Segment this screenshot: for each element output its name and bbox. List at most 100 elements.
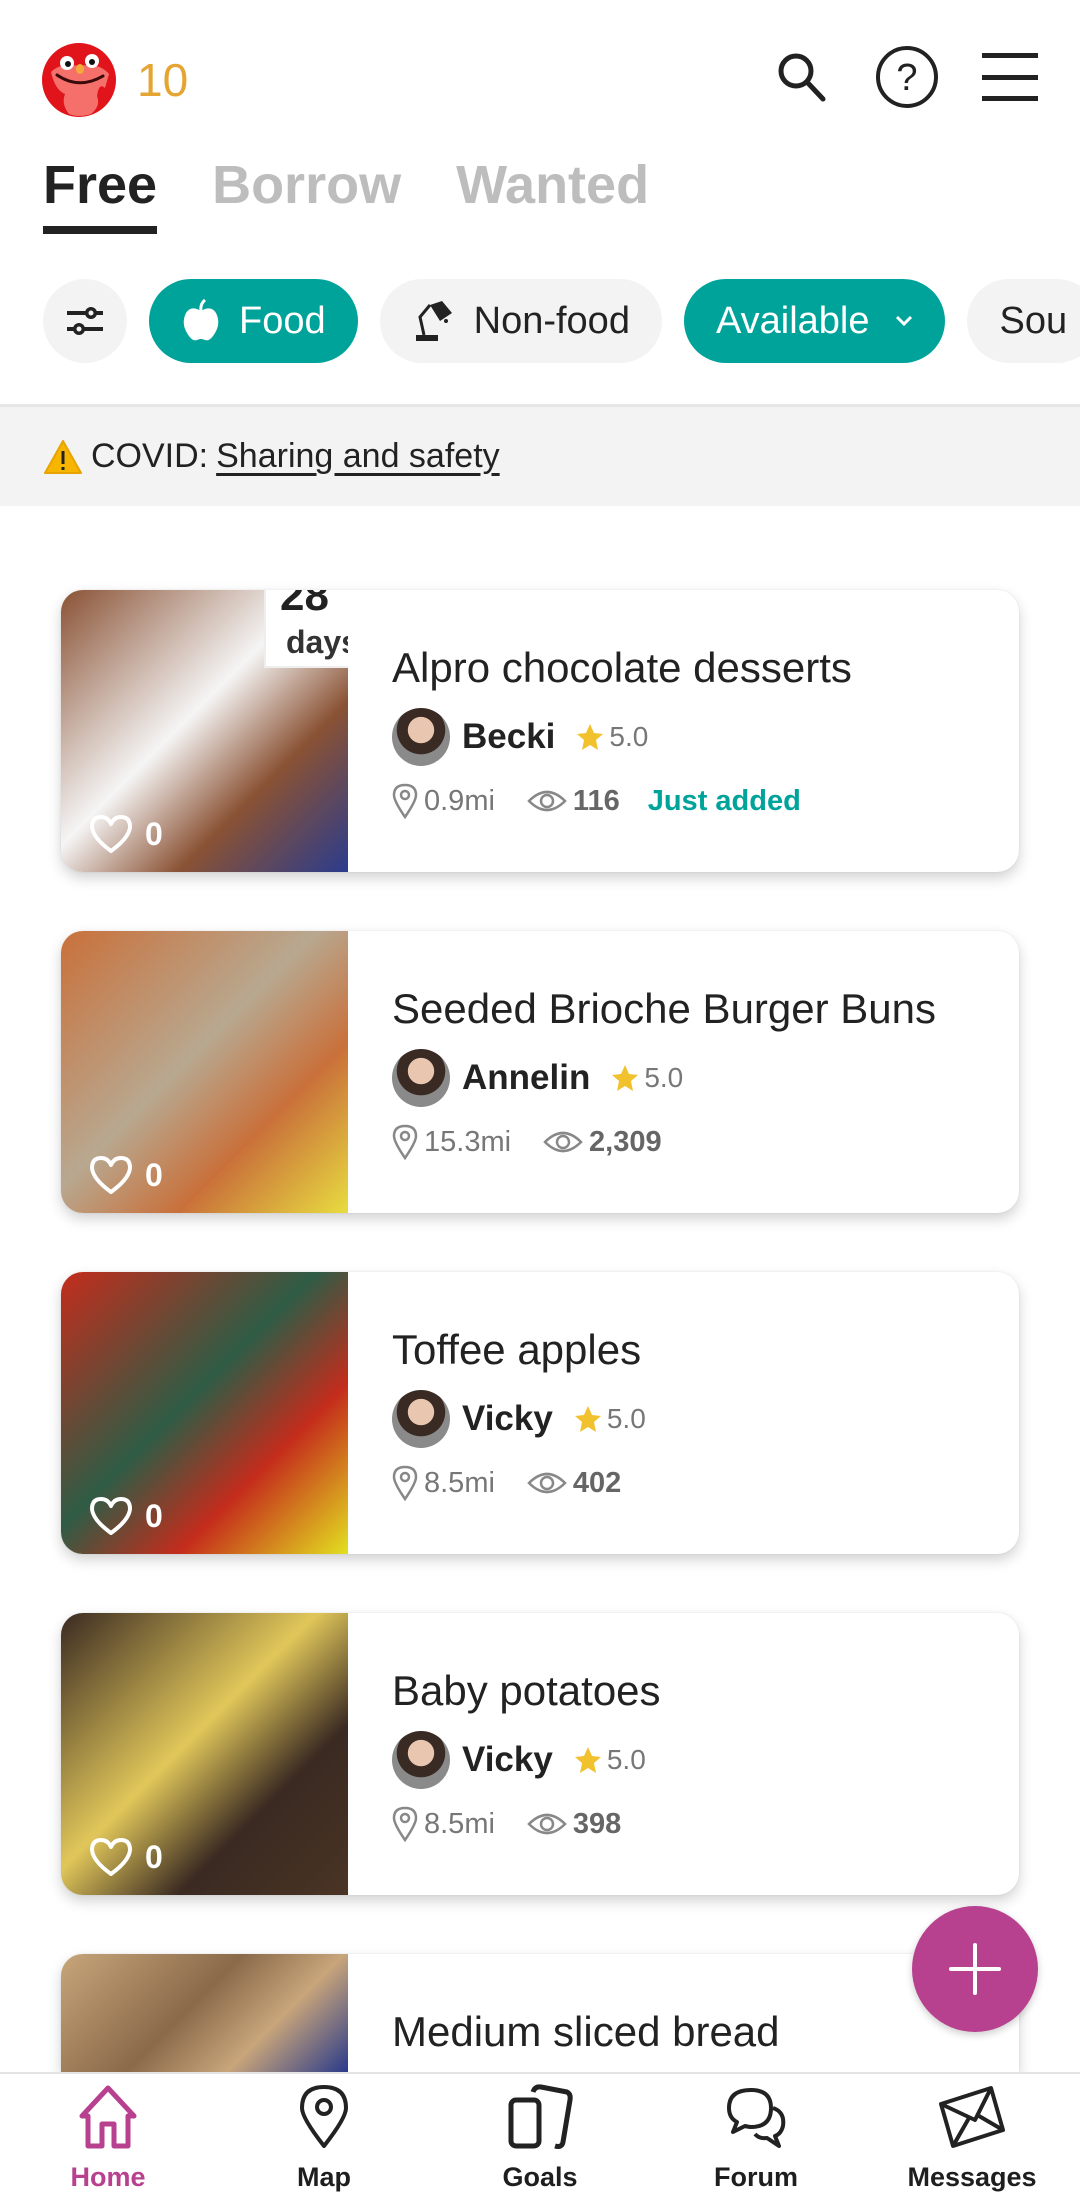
listing-title[interactable]: Baby potatoes [392, 1665, 661, 1717]
filter-chip-available-label: Available [715, 299, 870, 342]
nav-home[interactable]: Home [0, 2074, 216, 2203]
nav-messages[interactable]: Messages [864, 2074, 1080, 2203]
like-button[interactable]: 0 [89, 814, 163, 854]
like-button[interactable]: 0 [89, 1837, 163, 1877]
heart-icon [90, 815, 132, 853]
just-added-badge: Just added [647, 784, 801, 817]
search-icon[interactable] [767, 42, 837, 112]
help-icon[interactable]: ? [872, 42, 942, 112]
listing-title[interactable]: Seeded Brioche Burger Buns [392, 983, 936, 1035]
listing-meta: 0.9mi 116 Just added [392, 783, 801, 819]
distance: 8.5mi [424, 1807, 495, 1840]
chevron-down-icon [896, 315, 913, 327]
rating-value: 5.0 [606, 1744, 646, 1775]
listing-details: Toffee apples Vicky 5.0 8.5mi 402 [392, 1272, 999, 1554]
listing-owner[interactable]: Becki 5.0 [392, 708, 648, 766]
views-eye-icon [527, 1472, 567, 1494]
lamp-icon [415, 301, 452, 341]
listing-owner[interactable]: Vicky 5.0 [392, 1390, 646, 1448]
covid-banner: COVID: Sharing and safety [0, 404, 1080, 506]
like-button[interactable]: 0 [89, 1155, 163, 1195]
listing-photo[interactable]: 0 [61, 1272, 348, 1554]
listing-photo[interactable]: 28days 0 [61, 590, 348, 872]
owner-rating: 5.0 [573, 1403, 646, 1435]
listing-card[interactable]: 0 Baby potatoes Vicky 5.0 8.5mi 398 [61, 1613, 1019, 1895]
plus-icon [949, 1943, 1001, 1995]
views-eye-icon [543, 1131, 583, 1153]
listing-details: Baby potatoes Vicky 5.0 8.5mi 398 [392, 1613, 999, 1895]
filter-chip-available-dropdown[interactable]: Available [683, 279, 946, 363]
add-listing-button[interactable] [912, 1906, 1038, 2032]
listing-photo[interactable]: 0 [61, 1613, 348, 1895]
location-pin-icon [392, 1124, 418, 1160]
rating-value: 5.0 [644, 1062, 684, 1093]
listing-owner[interactable]: Annelin 5.0 [392, 1049, 683, 1107]
listing-card[interactable]: 28days 0 Alpro chocolate desserts Becki 5.0 0… [61, 590, 1019, 872]
like-button[interactable]: 0 [89, 1496, 163, 1536]
star-icon [574, 1747, 601, 1773]
owner-rating: 5.0 [573, 1744, 646, 1776]
distance: 15.3mi [424, 1125, 512, 1158]
expiry-days-badge: 28days [264, 590, 348, 668]
listing-photo[interactable]: 0 [61, 931, 348, 1213]
avatar [392, 1049, 450, 1107]
tab-free[interactable]: Free [43, 150, 158, 234]
svg-text:?: ? [896, 57, 917, 99]
filter-settings-button[interactable] [43, 279, 127, 363]
listing-title[interactable]: Medium sliced bread [392, 2006, 780, 2058]
listing-card[interactable]: 0 Seeded Brioche Burger Buns Annelin 5.0 15.… [61, 931, 1019, 1213]
listing-photo[interactable] [61, 1954, 348, 2072]
nav-map-label: Map [297, 2162, 351, 2192]
filter-chip-food[interactable]: Food [149, 279, 358, 363]
envelope-icon [939, 2086, 1005, 2148]
filter-chip-non-food[interactable]: Non-food [379, 279, 662, 363]
rating-value: 5.0 [609, 721, 649, 752]
tab-borrow[interactable]: Borrow [212, 150, 401, 234]
listing-meta: 15.3mi 2,309 [392, 1124, 684, 1160]
location-pin-icon [392, 783, 418, 819]
nav-forum-label: Forum [714, 2162, 798, 2192]
menu-icon[interactable] [975, 42, 1045, 112]
like-count: 0 [145, 1497, 163, 1534]
red-blob-mascot-icon[interactable] [41, 42, 117, 118]
tab-wanted[interactable]: Wanted [456, 150, 649, 234]
owner-name: Annelin [462, 1058, 591, 1097]
filter-chip-food-label: Food [239, 299, 326, 342]
filter-chip-sort[interactable]: Sou [967, 279, 1080, 363]
rating-value: 5.0 [606, 1403, 646, 1434]
listing-title[interactable]: Toffee apples [392, 1324, 641, 1376]
views-eye-icon [527, 790, 567, 812]
nav-goals-label: Goals [502, 2162, 578, 2192]
star-icon [574, 1406, 601, 1432]
listing-owner[interactable]: Vicky 5.0 [392, 1731, 646, 1789]
view-count: 2,309 [589, 1125, 662, 1158]
listing-meta: 8.5mi 398 [392, 1806, 643, 1842]
listing-meta: 8.5mi 402 [392, 1465, 643, 1501]
avatar [392, 1390, 450, 1448]
like-count: 0 [145, 815, 163, 852]
warning-icon [44, 439, 82, 474]
listing-card[interactable]: 0 Toffee apples Vicky 5.0 8.5mi 402 [61, 1272, 1019, 1554]
listing-title[interactable]: Alpro chocolate desserts [392, 642, 852, 694]
nav-map[interactable]: Map [216, 2074, 432, 2203]
like-count: 0 [145, 1838, 163, 1875]
nav-goals[interactable]: Goals [432, 2074, 648, 2203]
home-icon [79, 2085, 137, 2149]
sharing-and-safety-link[interactable]: Sharing and safety [216, 437, 500, 476]
avatar [392, 1731, 450, 1789]
filter-bar: Food Non-food Available Sou [43, 279, 1080, 363]
nav-forum[interactable]: Forum [648, 2074, 864, 2203]
points-counter[interactable]: 10 [137, 52, 188, 108]
sliders-icon [67, 307, 103, 335]
view-count: 398 [572, 1807, 622, 1840]
apple-icon [183, 299, 219, 341]
star-icon [577, 724, 604, 750]
listing-card[interactable]: Medium sliced bread [61, 1954, 1019, 2072]
listing-details: Medium sliced bread [392, 1954, 999, 2072]
distance: 0.9mi [424, 784, 495, 817]
like-count: 0 [145, 1156, 163, 1193]
views-eye-icon [527, 1813, 567, 1835]
location-pin-icon [392, 1465, 418, 1501]
owner-name: Vicky [462, 1399, 553, 1438]
view-count: 116 [572, 784, 620, 817]
